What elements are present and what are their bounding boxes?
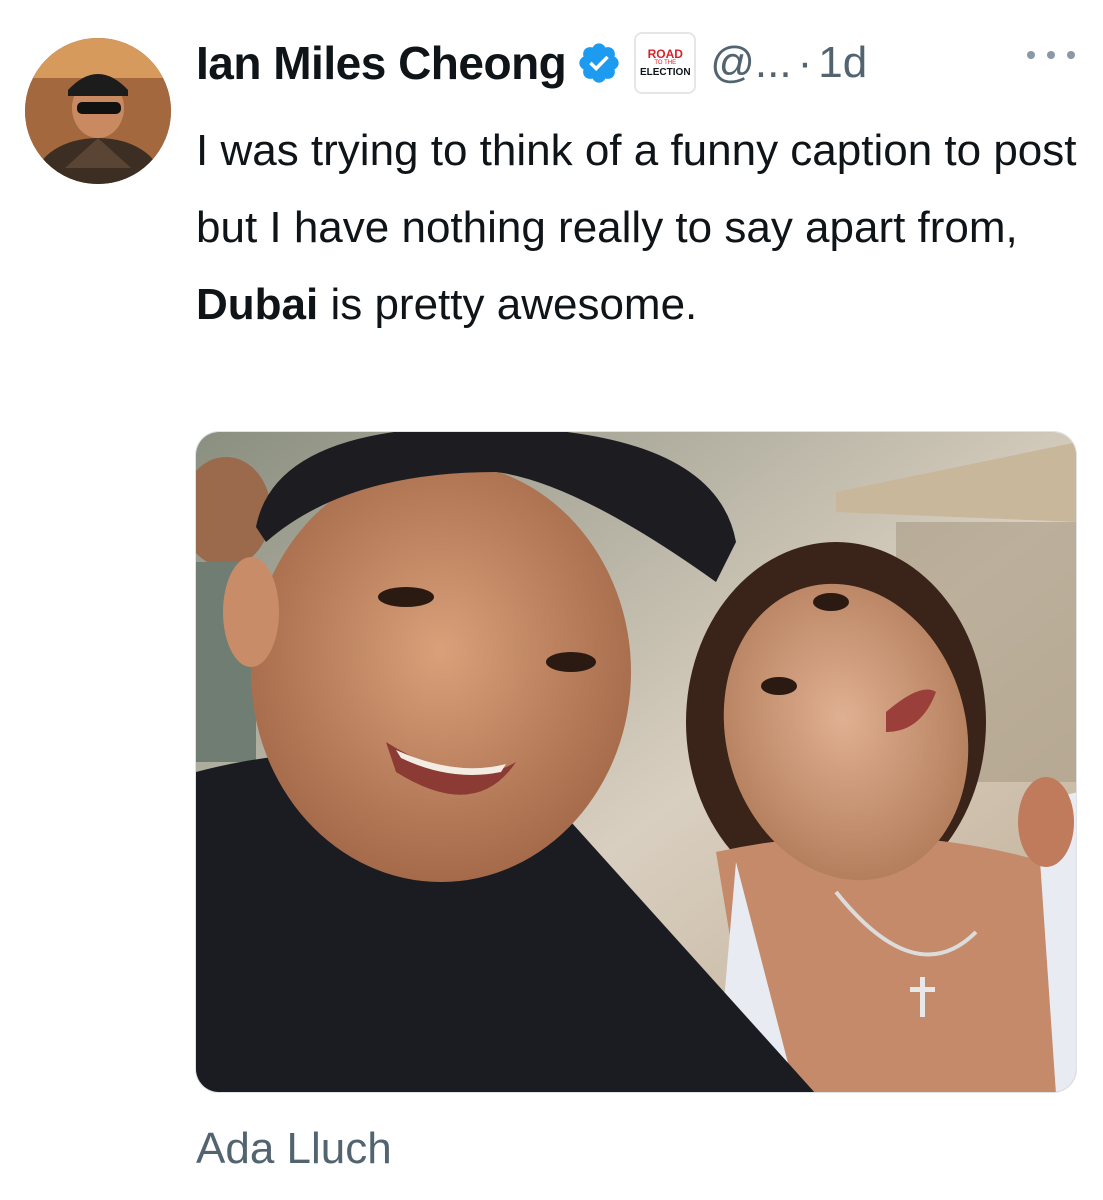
header-separator: ·: [797, 38, 813, 87]
more-dot: [1067, 51, 1075, 59]
verified-badge-icon: [576, 40, 622, 86]
more-dot: [1027, 51, 1035, 59]
affiliate-badge[interactable]: ROAD TO THE ELECTION: [634, 32, 697, 94]
media-caption[interactable]: Ada Lluch: [196, 1124, 392, 1174]
author-name[interactable]: Ian Miles Cheong: [196, 36, 567, 90]
tweet-text-bold[interactable]: Dubai: [196, 280, 318, 329]
tweet-timestamp[interactable]: 1d: [818, 38, 867, 88]
tweet-text-part1: I was trying to think of a funny caption…: [196, 126, 1077, 252]
tweet-text: I was trying to think of a funny caption…: [196, 112, 1086, 343]
tweet-text-part2: is pretty awesome.: [318, 280, 698, 329]
more-dot: [1047, 51, 1055, 59]
author-handle[interactable]: @...: [710, 38, 791, 88]
tweet-media-photo[interactable]: [195, 431, 1077, 1093]
affiliate-badge-line2: TO THE: [654, 60, 677, 66]
affiliate-badge-line3: ELECTION: [639, 67, 691, 78]
author-avatar[interactable]: [25, 38, 171, 184]
affiliate-badge-line1: ROAD: [647, 47, 683, 61]
more-options-icon[interactable]: [1027, 40, 1075, 70]
tweet-header: Ian Miles Cheong ROAD TO THE ELECTION @.…: [196, 28, 867, 98]
